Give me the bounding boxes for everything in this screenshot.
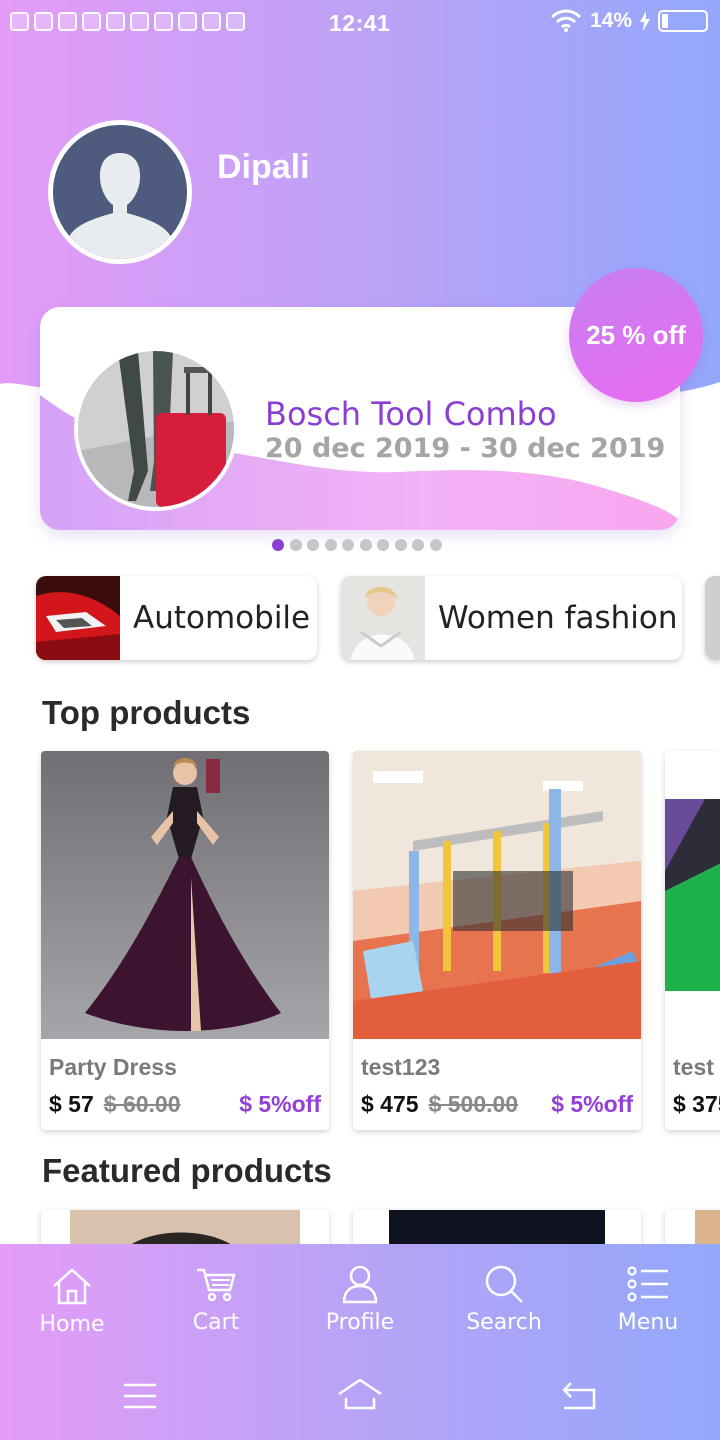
bottom-navigation: Home Cart Profile Search Menu [0,1244,720,1440]
product-card[interactable]: test $ 375 [665,751,720,1130]
promo-dates: 20 dec 2019 - 30 dec 2019 [265,433,666,464]
mail-icon [154,12,173,31]
facebook-icon [106,12,125,31]
home-icon [53,1268,91,1305]
category-partial[interactable] [705,576,720,660]
gmail-icon [202,12,221,31]
carousel-dot[interactable] [394,539,407,551]
wifi-icon [550,9,582,32]
home-system-button[interactable] [336,1376,384,1412]
product-discount: $ 5%off [551,1091,633,1117]
charging-icon [640,11,650,31]
avatar[interactable] [48,120,192,264]
nav-label: Menu [617,1310,679,1335]
nav-search[interactable]: Search [432,1264,576,1335]
search-icon [485,1265,523,1303]
app-icon [58,12,77,31]
nav-menu[interactable]: Menu [576,1264,720,1335]
product-image [41,751,329,1039]
carousel-dot[interactable] [307,539,319,551]
promo-image [74,347,238,511]
product-image [665,751,720,1039]
battery-icon [658,10,708,32]
carousel-indicator [272,539,442,551]
product-name: test123 [361,1054,441,1080]
usb-icon [34,12,53,31]
product-card[interactable]: Party Dress $ 57 $ 60.00 $ 5%off [41,751,329,1130]
product-image [353,751,641,1039]
product-price: $ 475 [361,1091,419,1117]
user-silhouette-icon [53,125,187,259]
product-old-price: $ 60.00 [103,1091,181,1117]
category-women-fashion[interactable]: Women fashion [341,576,682,660]
carousel-dot[interactable] [377,539,389,551]
carousel-dot[interactable] [289,539,302,551]
section-title-featured-products: Featured products [42,1152,332,1189]
product-price: $ 57 [49,1091,94,1117]
nav-profile[interactable]: Profile [288,1264,432,1335]
product-name: Party Dress [49,1054,177,1080]
cloud-icon [178,12,197,31]
carousel-dot[interactable] [429,539,442,551]
category-label: Women fashion [438,600,678,636]
close-icon [10,12,29,31]
bag-icon [226,12,245,31]
recents-button[interactable] [122,1382,158,1410]
cart-icon [197,1268,236,1302]
nav-home[interactable]: Home [0,1266,144,1337]
nav-label: Cart [192,1310,240,1335]
price-row: $ 375 [673,1091,720,1118]
carousel-dot[interactable] [412,539,424,551]
back-button[interactable] [560,1380,600,1412]
app-icon [82,12,101,31]
status-right: 14% [550,9,708,33]
carousel-dot[interactable] [342,539,354,551]
product-old-price: $ 500.00 [428,1091,519,1117]
price-row: $ 475 $ 500.00 $ 5%off [361,1091,633,1118]
menu-icon [627,1266,668,1302]
section-title-top-products: Top products [42,694,251,731]
category-automobile[interactable]: Automobile [36,576,317,660]
status-bar: 12:41 14% [0,0,720,52]
notification-icons [10,12,245,31]
promo-title: Bosch Tool Combo [265,395,557,433]
battery-percent: 14% [589,9,632,32]
category-label: Automobile [133,600,311,636]
nav-label: Home [39,1312,105,1337]
category-image [705,576,720,660]
nav-label: Profile [325,1310,395,1335]
category-image [341,576,425,660]
carousel-dot[interactable] [359,539,372,551]
compass-icon [130,12,149,31]
user-name: Dipali [217,148,310,186]
product-name: test [673,1054,714,1080]
nav-cart[interactable]: Cart [144,1264,288,1335]
carousel-dot[interactable] [324,539,337,551]
price-row: $ 57 $ 60.00 $ 5%off [49,1091,321,1118]
discount-badge: 25 % off [569,268,703,402]
profile-icon [342,1265,378,1304]
product-card[interactable]: test123 $ 475 $ 500.00 $ 5%off [353,751,641,1130]
category-image [36,576,120,660]
carousel-dot[interactable] [272,539,284,551]
nav-label: Search [466,1310,542,1335]
product-discount: $ 5%off [239,1091,321,1117]
product-price: $ 375 [673,1091,720,1117]
status-time: 12:41 [329,10,391,36]
